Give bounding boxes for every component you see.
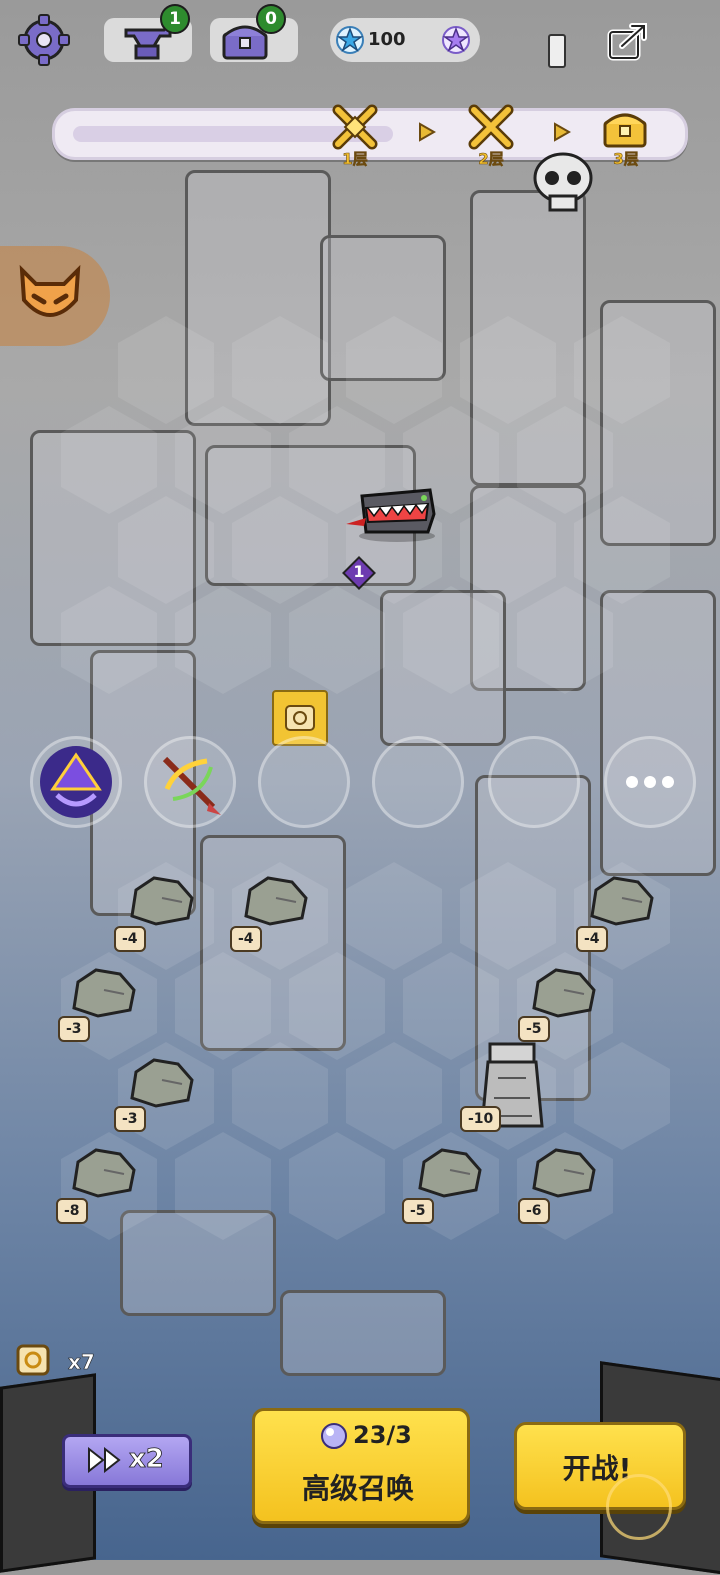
crossbow-hero-icon [162, 756, 221, 815]
share-exit-icon [607, 23, 647, 61]
crossed-swords-icon-floor-2 [468, 104, 514, 150]
rock-hp-label: -5 [402, 1198, 434, 1224]
rock-icon [244, 876, 308, 926]
arrow-right-icon [419, 122, 436, 142]
hero-slot-3-empty[interactable] [258, 736, 350, 828]
hero-slot-1[interactable] [30, 736, 122, 828]
speed-toggle-button[interactable]: x2 [62, 1434, 192, 1488]
floor-1-label: 1层 [342, 150, 368, 169]
rock-icon [418, 1148, 482, 1198]
hero-slot-4-empty[interactable] [372, 736, 464, 828]
rock-icon [130, 876, 194, 926]
crossed-swords-icon-floor-1 [332, 104, 378, 150]
tap-hint-ring [606, 1474, 672, 1540]
speed-label: x2 [129, 1444, 165, 1475]
candle-decoration [548, 34, 566, 68]
enemy-level: 1 [353, 562, 365, 581]
rock-hp-label: -3 [58, 1016, 90, 1042]
skull-decoration [533, 152, 593, 212]
rock-obstacle[interactable] [126, 1054, 198, 1110]
rock-icon [590, 876, 654, 926]
rock-hp-label: -6 [518, 1198, 550, 1224]
rock-obstacle[interactable] [586, 872, 658, 928]
anvil-count-badge: 1 [160, 4, 190, 34]
more-dots-icon [626, 776, 674, 788]
tower-hp-label: -10 [460, 1106, 502, 1132]
rock-obstacle[interactable] [240, 872, 312, 928]
rock-icon [130, 1058, 194, 1108]
floor-3-label: 3层 [613, 150, 639, 169]
rock-obstacle[interactable] [126, 872, 198, 928]
shark-monster-enemy[interactable] [342, 484, 442, 544]
top-bar: 1 0 100 [0, 0, 720, 86]
summon-counter: 23/3 [353, 1421, 412, 1449]
floor-2-label: 2层 [478, 150, 504, 169]
rock-hp-label: -4 [230, 926, 262, 952]
settings-button[interactable] [14, 14, 74, 66]
rock-obstacle[interactable] [68, 1144, 140, 1200]
rock-icon [72, 968, 136, 1018]
shadow-mage-hero-icon [40, 746, 112, 818]
treasure-chest-icon-floor-3 [603, 113, 647, 148]
rock-hp-label: -4 [576, 926, 608, 952]
more-slots-button[interactable] [604, 736, 696, 828]
scroll-inventory-icon [16, 1344, 50, 1376]
rock-icon [532, 1148, 596, 1198]
fast-forward-icon [88, 1447, 121, 1473]
arrow-right-icon [554, 122, 571, 142]
rock-hp-label: -4 [114, 926, 146, 952]
summon-label: 高级召唤 [301, 1472, 414, 1505]
chest-count-badge: 0 [256, 4, 286, 34]
hero-slot-2[interactable] [144, 736, 236, 828]
rock-obstacle[interactable] [414, 1144, 486, 1200]
gear-icon [18, 14, 70, 66]
summon-orb-icon [321, 1423, 347, 1449]
purple-star-icon[interactable] [442, 26, 470, 54]
demon-face-icon [19, 264, 81, 317]
rock-hp-label: -3 [114, 1106, 146, 1132]
rock-obstacle[interactable] [528, 1144, 600, 1200]
exit-button[interactable] [604, 18, 654, 64]
hero-slot-5-empty[interactable] [488, 736, 580, 828]
scroll-count: x7 [68, 1350, 95, 1375]
rock-hp-label: -8 [56, 1198, 88, 1224]
rock-icon [72, 1148, 136, 1198]
blue-star-icon [336, 26, 364, 54]
rock-icon [532, 968, 596, 1018]
rock-obstacle[interactable] [528, 964, 600, 1020]
rock-obstacle[interactable] [68, 964, 140, 1020]
advanced-summon-button[interactable]: 23/3 高级召唤 [252, 1408, 470, 1524]
star-count: 100 [368, 29, 406, 50]
demon-mode-button[interactable] [0, 246, 110, 346]
